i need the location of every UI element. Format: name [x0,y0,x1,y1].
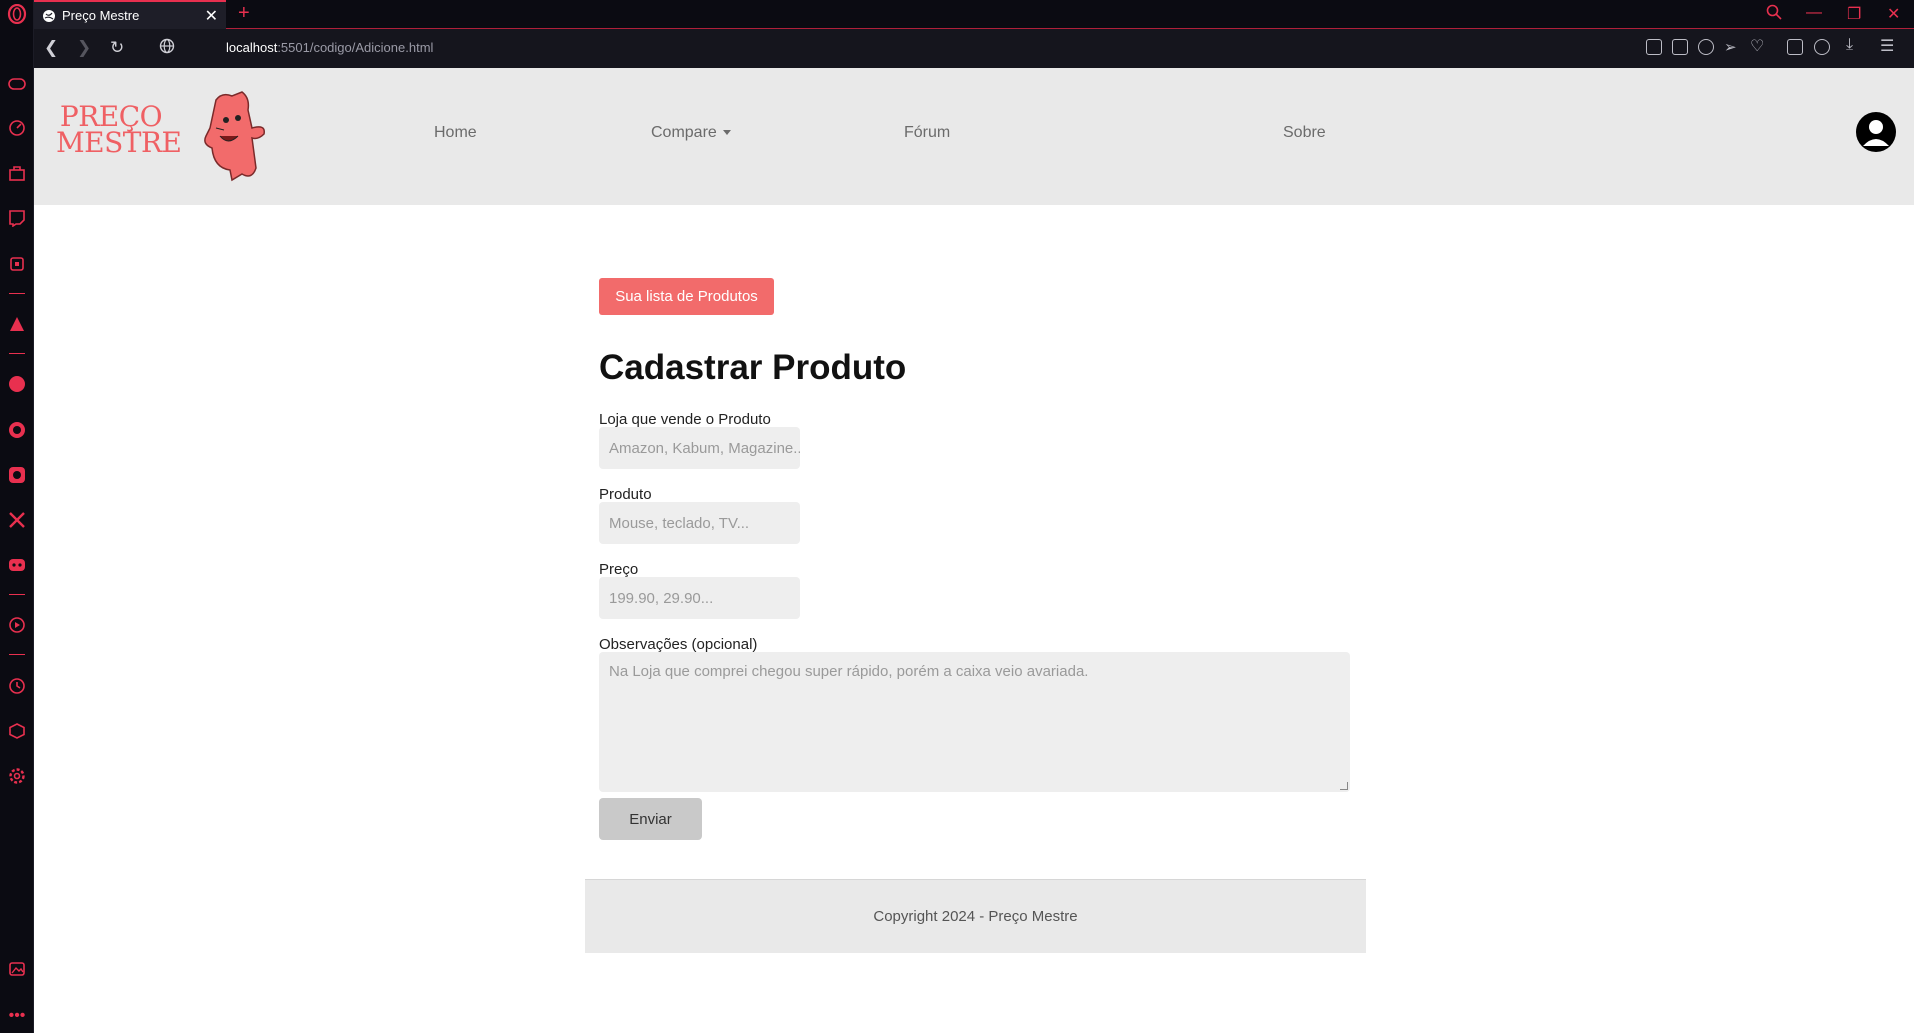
nav-compare[interactable]: Compare [651,124,731,142]
speedometer-icon[interactable] [6,117,28,139]
profile-icon[interactable] [1814,39,1830,55]
player-icon[interactable] [6,614,28,636]
site-footer: Copyright 2024 - Preço Mestre [585,879,1366,953]
notes-label: Observações (opcional) [599,636,758,653]
settings-icon[interactable] [6,765,28,787]
search-tabs-icon[interactable] [1766,4,1782,25]
forward-icon[interactable]: ❯ [77,38,91,58]
product-list-button[interactable]: Sua lista de Produtos [599,278,774,315]
store-input[interactable]: Amazon, Kabum, Magazine... [599,427,800,469]
new-tab-icon[interactable]: + [238,2,250,25]
whatsapp-icon[interactable] [6,419,28,441]
copyright-text: Copyright 2024 - Preço Mestre [873,908,1078,925]
page-viewport: PREÇO MESTRE Home Compare Fórum Sobre Su… [34,68,1914,1033]
notes-textarea[interactable]: Na Loja que comprei chegou super rápido,… [599,652,1350,792]
browser-sidebar: ••• [0,0,34,1033]
price-label: Preço [599,561,639,578]
url-field[interactable]: localhost:5501/codigo/Adicione.html [226,40,433,55]
globe-icon [43,9,55,22]
nav-forum[interactable]: Fórum [904,124,950,142]
nav-home[interactable]: Home [434,124,477,142]
mascot-logo [204,91,265,182]
minimize-icon[interactable]: — [1806,4,1822,22]
menu-icon[interactable]: ☰ [1880,36,1896,55]
reload-icon[interactable]: ↻ [110,38,124,58]
download-icon[interactable]: ⤓ [1846,36,1862,53]
history-icon[interactable] [6,675,28,697]
close-window-icon[interactable]: ✕ [1887,4,1900,24]
extensions-icon[interactable] [1787,39,1803,55]
submit-button[interactable]: Enviar [599,798,702,840]
tab-preco-mestre[interactable]: Preço Mestre ✕ [34,0,226,29]
chevron-down-icon [722,130,731,136]
x-twitter-icon[interactable] [6,509,28,531]
block-icon[interactable] [1698,39,1714,55]
store-label: Loja que vende o Produto [599,411,771,428]
site-info-globe-icon[interactable] [159,38,175,59]
aria-icon[interactable] [6,313,28,335]
gamepad-icon[interactable] [6,73,28,95]
site-logo[interactable]: PREÇO MESTRE [56,103,182,157]
close-tab-icon[interactable]: ✕ [205,6,218,26]
back-icon[interactable]: ❮ [44,38,58,58]
tab-bar: Preço Mestre ✕ + — ❐ ✕ [34,0,1914,29]
send-icon[interactable]: ➢ [1724,38,1740,56]
chip-icon[interactable] [6,253,28,275]
nav-about[interactable]: Sobre [1283,124,1326,142]
edit-icon[interactable] [1646,39,1662,55]
site-header: PREÇO MESTRE Home Compare Fórum Sobre [34,68,1914,205]
gallery-icon[interactable] [6,958,28,980]
more-icon[interactable]: ••• [6,1005,28,1027]
restore-icon[interactable]: ❐ [1847,4,1861,24]
messenger-icon[interactable] [6,373,28,395]
page-title: Cadastrar Produto [599,348,907,387]
notes-placeholder: Na Loja que comprei chegou super rápido,… [609,663,1089,680]
instagram-icon[interactable] [6,464,28,486]
product-label: Produto [599,486,652,503]
address-bar: ❮ ❯ ↻ localhost:5501/codigo/Adicione.htm… [34,29,1914,68]
resize-handle-icon[interactable] [1340,782,1348,790]
twitch-icon[interactable] [6,207,28,229]
product-input[interactable]: Mouse, teclado, TV... [599,502,800,544]
tab-title: Preço Mestre [62,8,140,23]
cube-icon[interactable] [6,720,28,742]
camera-icon[interactable] [1672,39,1688,55]
user-avatar-icon[interactable] [1856,112,1896,152]
heart-icon[interactable]: ♡ [1750,36,1766,55]
shopping-bag-icon[interactable] [6,162,28,184]
opera-logo-icon[interactable] [6,3,28,25]
discord-icon[interactable] [6,554,28,576]
price-input[interactable]: 199.90, 29.90... [599,577,800,619]
